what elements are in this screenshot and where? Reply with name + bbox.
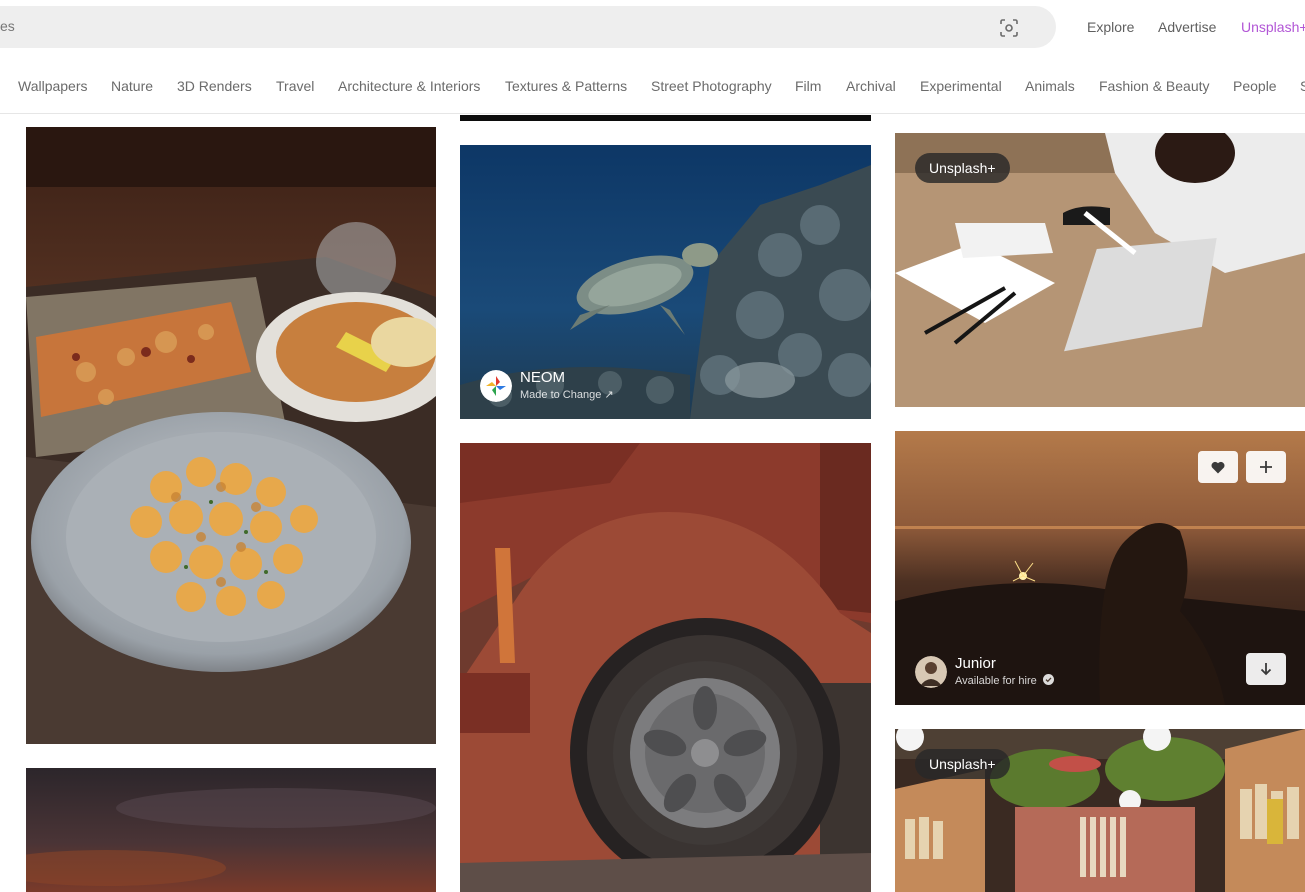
add-to-collection-button[interactable] [1246,451,1286,483]
photo-sea-turtle[interactable]: NEOM Made to Change ↗ [460,145,871,419]
photo-pasta-dish[interactable] [26,127,436,744]
photo-desk-tablet[interactable]: Unsplash+ [895,133,1305,407]
topic-nature[interactable]: Nature [111,78,153,94]
topic-travel[interactable]: Travel [276,78,314,94]
topic-experimental[interactable]: Experimental [920,78,1002,94]
download-arrow-icon [1260,663,1272,676]
search-input-text[interactable]: es [0,18,15,34]
author-subtitle: Available for hire [955,673,1054,689]
heart-icon [1211,461,1225,473]
nav-explore-link[interactable]: Explore [1087,19,1134,35]
topic-3d-renders[interactable]: 3D Renders [177,78,252,94]
topic-animals[interactable]: Animals [1025,78,1075,94]
topic-fashion-beauty[interactable]: Fashion & Beauty [1099,78,1210,94]
hire-status-text[interactable]: Available for hire [955,675,1037,687]
photo-library-interior[interactable]: Unsplash+ [895,729,1305,892]
topic-wallpapers[interactable]: Wallpapers [18,78,88,94]
author-name[interactable]: NEOM [520,369,614,387]
topic-nav-bar: Wallpapers Nature 3D Renders Travel Arch… [0,62,1305,114]
topic-archival[interactable]: Archival [846,78,896,94]
red-jeep-image [460,443,871,892]
download-button[interactable] [1246,653,1286,685]
author-avatar[interactable] [480,370,512,402]
topic-street-photography[interactable]: Street Photography [651,78,772,94]
dusk-sky-image [26,768,436,892]
author-attribution[interactable]: NEOM Made to Change ↗ [480,369,614,403]
plus-icon [1260,461,1272,473]
topic-architecture-interiors[interactable]: Architecture & Interiors [338,78,480,94]
nav-unsplash-plus-link[interactable]: Unsplash+ [1241,19,1305,35]
visual-search-icon[interactable] [999,18,1019,38]
search-bar[interactable]: es [0,6,1056,48]
photo-dusk-sky[interactable] [26,768,436,892]
nav-advertise-link[interactable]: Advertise [1158,19,1216,35]
author-attribution[interactable]: Junior Available for hire [915,655,1054,689]
photo-sparkler-sunset[interactable]: Junior Available for hire [895,431,1305,705]
author-avatar[interactable] [915,656,947,688]
like-button[interactable] [1198,451,1238,483]
verified-check-icon [1042,674,1054,685]
author-subtitle[interactable]: Made to Change ↗ [520,387,614,403]
pasta-photo-image [26,127,436,744]
photo-partial-top[interactable] [460,115,871,121]
topic-next-partial[interactable]: S [1300,78,1305,94]
author-name[interactable]: Junior [955,655,1054,673]
top-header: es Explore Advertise Unsplash+ [0,0,1305,56]
topic-textures-patterns[interactable]: Textures & Patterns [505,78,627,94]
unsplash-plus-badge: Unsplash+ [915,749,1010,779]
photo-red-jeep[interactable] [460,443,871,892]
topic-people[interactable]: People [1233,78,1277,94]
unsplash-plus-badge: Unsplash+ [915,153,1010,183]
topic-film[interactable]: Film [795,78,821,94]
